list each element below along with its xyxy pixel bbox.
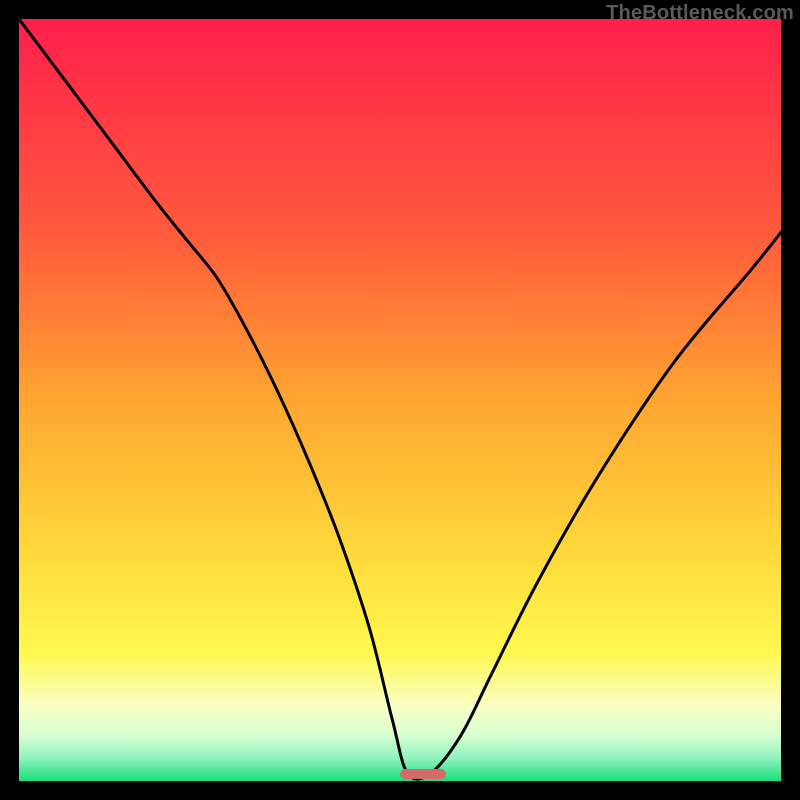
watermark-label: TheBottleneck.com <box>606 2 794 25</box>
plot-area <box>19 19 781 781</box>
bottleneck-curve <box>19 19 781 781</box>
chart-frame: TheBottleneck.com <box>0 0 800 800</box>
optimal-range-marker <box>400 769 446 779</box>
